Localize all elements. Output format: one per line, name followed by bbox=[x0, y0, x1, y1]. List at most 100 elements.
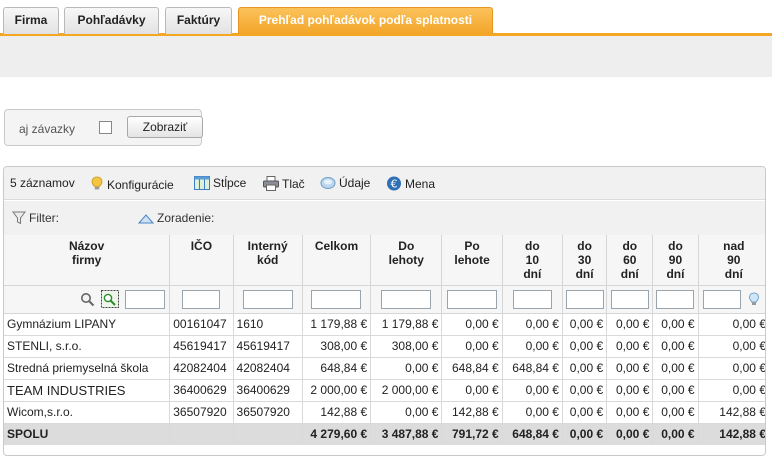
data-label: Údaje bbox=[339, 176, 371, 190]
col-header-total[interactable]: Celkom bbox=[302, 235, 372, 286]
lightbulb-icon[interactable] bbox=[748, 292, 760, 307]
cell-10-days: 0,00 € bbox=[502, 401, 563, 424]
filter-bar: Filter: Zoradenie: bbox=[4, 201, 765, 235]
filter-cell-over-90-days bbox=[698, 285, 765, 314]
search-icon[interactable] bbox=[80, 292, 95, 307]
receivables-table: Názov firmy IČO Interný kód Celkom Do lehot… bbox=[4, 235, 765, 445]
tab-faktury[interactable]: Faktúry bbox=[165, 7, 232, 34]
cell-90-days: 0,00 € bbox=[652, 313, 699, 336]
col-header-90-days[interactable]: do 90 dní bbox=[652, 235, 699, 286]
cell-company: STENLI, s.r.o. bbox=[4, 335, 171, 358]
col-header-internal-code[interactable]: Interný kód bbox=[233, 235, 303, 286]
total-ico bbox=[169, 423, 234, 445]
col-header-company[interactable]: Názov firmy bbox=[4, 235, 171, 286]
cell-company: Wicom,s.r.o. bbox=[4, 401, 171, 424]
filter-input-60-days[interactable] bbox=[610, 289, 649, 309]
cell-over-90-days: 0,00 € bbox=[698, 335, 765, 358]
col-header-overdue[interactable]: Po lehote bbox=[441, 235, 503, 286]
filter-cell-due bbox=[370, 285, 443, 314]
cell-90-days: 0,00 € bbox=[652, 401, 699, 424]
filter-input-90-days[interactable] bbox=[656, 289, 695, 309]
filter-cell-60-days bbox=[606, 285, 654, 314]
filter-cell-ico bbox=[169, 285, 234, 314]
filter-input-over-90-days[interactable] bbox=[702, 289, 741, 309]
tab-bar: Firma Pohľadávky Faktúry Prehľad pohľadá… bbox=[0, 0, 772, 36]
filter-label: Filter: bbox=[29, 211, 59, 225]
total-due: 3 487,88 € bbox=[370, 423, 443, 445]
filter-input-ico[interactable] bbox=[182, 289, 221, 309]
table-row[interactable]: Wicom,s.r.o. 36507920 36507920 142,88 € … bbox=[4, 401, 765, 424]
sort-triangle-icon bbox=[138, 214, 154, 224]
currency-label: Mena bbox=[405, 177, 436, 191]
filter-input-due[interactable] bbox=[381, 289, 432, 309]
cell-90-days: 0,00 € bbox=[652, 335, 699, 358]
cell-ico: 36400629 bbox=[169, 379, 234, 402]
col-header-ico[interactable]: IČO bbox=[169, 235, 234, 286]
col-header-over-90-days[interactable]: nad 90 dní bbox=[698, 235, 765, 286]
filter-input-company[interactable] bbox=[125, 289, 166, 309]
columns-button[interactable]: Stĺpce bbox=[194, 176, 246, 190]
print-button[interactable]: Tlač bbox=[263, 176, 305, 191]
printer-icon bbox=[263, 176, 279, 191]
total-overdue: 791,72 € bbox=[441, 423, 503, 445]
cell-total: 648,84 € bbox=[302, 357, 372, 380]
cell-60-days: 0,00 € bbox=[606, 379, 654, 402]
include-liabilities-checkbox[interactable] bbox=[99, 121, 112, 134]
sort-toggle[interactable]: Zoradenie: bbox=[138, 211, 214, 225]
cell-total: 142,88 € bbox=[302, 401, 372, 424]
total-total: 4 279,60 € bbox=[302, 423, 372, 445]
col-header-30-days[interactable]: do 30 dní bbox=[562, 235, 608, 286]
cell-overdue: 0,00 € bbox=[441, 379, 503, 402]
cell-60-days: 0,00 € bbox=[606, 335, 654, 358]
cell-overdue: 142,88 € bbox=[441, 401, 503, 424]
tab-prehlad-splatnosti[interactable]: Prehľad pohľadávok podľa splatnosti bbox=[238, 7, 493, 34]
filter-cell-30-days bbox=[562, 285, 608, 314]
currency-button[interactable]: € Mena bbox=[386, 176, 435, 191]
total-label: SPOLU bbox=[4, 423, 171, 445]
cell-90-days: 0,00 € bbox=[652, 357, 699, 380]
cell-due: 2 000,00 € bbox=[370, 379, 443, 402]
total-90-days: 0,00 € bbox=[652, 423, 699, 445]
cell-overdue: 0,00 € bbox=[441, 313, 503, 336]
filter-input-overdue[interactable] bbox=[447, 289, 498, 309]
filter-cell-total bbox=[302, 285, 372, 314]
cell-ico: 45619417 bbox=[169, 335, 234, 358]
cell-90-days: 0,00 € bbox=[652, 379, 699, 402]
filter-input-total[interactable] bbox=[311, 289, 362, 309]
sort-label: Zoradenie: bbox=[157, 211, 215, 225]
filter-input-30-days[interactable] bbox=[565, 289, 604, 309]
cell-internal-code: 45619417 bbox=[233, 335, 303, 358]
col-header-60-days[interactable]: do 60 dní bbox=[606, 235, 654, 286]
cell-over-90-days: 0,00 € bbox=[698, 313, 765, 336]
total-over-90-days: 142,88 € bbox=[698, 423, 765, 445]
filter-toggle[interactable]: Filter: bbox=[12, 211, 59, 225]
total-10-days: 648,84 € bbox=[502, 423, 563, 445]
cell-10-days: 0,00 € bbox=[502, 379, 563, 402]
col-header-due[interactable]: Do lehoty bbox=[370, 235, 443, 286]
tab-firma[interactable]: Firma bbox=[3, 7, 59, 34]
cell-internal-code: 36507920 bbox=[233, 401, 303, 424]
data-button[interactable]: Údaje bbox=[320, 176, 370, 190]
filter-cell-90-days bbox=[652, 285, 699, 314]
total-row: SPOLU 4 279,60 € 3 487,88 € 791,72 € 648… bbox=[4, 423, 765, 445]
table-row[interactable]: STENLI, s.r.o. 45619417 45619417 308,00 … bbox=[4, 335, 765, 358]
col-header-10-days[interactable]: do 10 dní bbox=[502, 235, 563, 286]
filter-input-internal-code[interactable] bbox=[242, 289, 293, 309]
cell-10-days: 0,00 € bbox=[502, 313, 563, 336]
table-row[interactable]: Stredná priemyselná škola 42082404 42082… bbox=[4, 357, 765, 380]
clear-filter-icon[interactable] bbox=[100, 290, 119, 308]
configuration-button[interactable]: Konfigurácie bbox=[90, 176, 174, 192]
filter-input-10-days[interactable] bbox=[512, 289, 552, 309]
filter-cell-overdue bbox=[441, 285, 503, 314]
table-row[interactable]: Gymnázium LIPANY 00161047 1610 1 179,88 … bbox=[4, 313, 765, 336]
tab-pohladavky[interactable]: Pohľadávky bbox=[64, 7, 159, 34]
grid-panel: 5 záznamov Konfigurácie Stĺpce Tlač Údaj… bbox=[3, 166, 766, 456]
total-60-days: 0,00 € bbox=[606, 423, 654, 445]
euro-icon: € bbox=[387, 176, 401, 191]
filter-cell-10-days bbox=[502, 285, 563, 314]
table-row[interactable]: TEAM INDUSTRIES 36400629 36400629 2 000,… bbox=[4, 379, 765, 402]
cell-60-days: 0,00 € bbox=[606, 357, 654, 380]
show-button[interactable]: Zobraziť bbox=[127, 116, 203, 138]
options-box: aj závazky Zobraziť bbox=[4, 109, 203, 146]
filter-cell-company bbox=[4, 285, 171, 314]
